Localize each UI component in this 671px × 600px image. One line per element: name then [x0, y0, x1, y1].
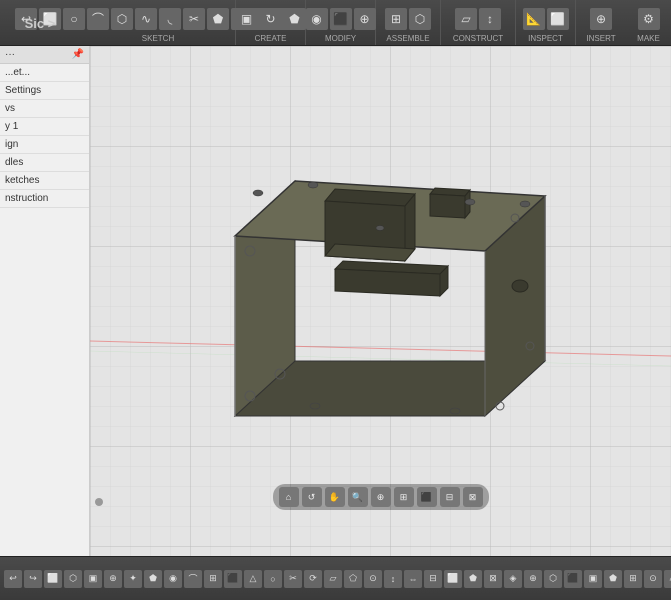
inspect-label: INSPECT	[528, 34, 563, 43]
shell-icon[interactable]: ⬛	[330, 8, 352, 30]
insert-icon[interactable]: ⊕	[590, 8, 612, 30]
bt-icon-12[interactable]: ⬛	[224, 570, 242, 588]
sidebar-title: ···	[5, 49, 15, 60]
display-mode-button[interactable]: ⬛	[417, 487, 437, 507]
trim-icon[interactable]: ✂	[183, 8, 205, 30]
sidebar-item-settings[interactable]: Settings	[0, 82, 89, 100]
toolbar-group-inspect: 📐 ⬜ INSPECT	[516, 0, 576, 45]
component-icon[interactable]: ⬡	[409, 8, 431, 30]
fillet3d-icon[interactable]: ◉	[306, 8, 328, 30]
bt-icon-27[interactable]: ⊕	[524, 570, 542, 588]
bt-icon-6[interactable]: ⊕	[104, 570, 122, 588]
bt-icon-20[interactable]: ↕	[384, 570, 402, 588]
bt-icon-11[interactable]: ⊞	[204, 570, 222, 588]
sidebar-item-y1[interactable]: y 1	[0, 118, 89, 136]
make-label: MAKE	[637, 34, 660, 43]
magnify-button[interactable]: ⊞	[394, 487, 414, 507]
snap-button[interactable]: ⊠	[463, 487, 483, 507]
bt-icon-10[interactable]: ⌒	[184, 570, 202, 588]
left-sidebar: ··· 📌 ...et... Settings vs y 1 ign dles …	[0, 46, 90, 556]
bottom-icons-left: ↩ ↪ ⬜ ⬡ ▣ ⊕ ✦ ⬟ ◉ ⌒ ⊞ ⬛ △ ○ ✂ ⟳ ▱ ⬠ ⊙ ↕ …	[0, 570, 671, 588]
bt-icon-21[interactable]: ⇔	[404, 570, 422, 588]
modify-label: MODIFY	[325, 34, 356, 43]
bt-icon-3[interactable]: ⬜	[44, 570, 62, 588]
bt-icon-23[interactable]: ⬜	[444, 570, 462, 588]
grid-toggle-button[interactable]: ⊟	[440, 487, 460, 507]
bt-icon-18[interactable]: ⬠	[344, 570, 362, 588]
bt-icon-16[interactable]: ⟳	[304, 570, 322, 588]
offset-icon[interactable]: ⬟	[207, 8, 229, 30]
bt-icon-32[interactable]: ⊞	[624, 570, 642, 588]
zoom-fit-button[interactable]: ⊕	[371, 487, 391, 507]
toolbar-group-construct: ▱ ↕ CONSTRUCT	[441, 0, 516, 45]
bt-icon-24[interactable]: ⬟	[464, 570, 482, 588]
bt-icon-28[interactable]: ⬡	[544, 570, 562, 588]
breadcrumb: Sic >	[0, 0, 80, 46]
bt-icon-7[interactable]: ✦	[124, 570, 142, 588]
bt-icon-9[interactable]: ◉	[164, 570, 182, 588]
sidebar-header: ··· 📌	[0, 46, 89, 64]
section-icon[interactable]: ⬜	[547, 8, 569, 30]
sidebar-item-sketches[interactable]: ketches	[0, 172, 89, 190]
toolbar-group-make: ⚙ MAKE	[626, 0, 671, 45]
bt-icon-22[interactable]: ⊟	[424, 570, 442, 588]
bt-icon-1[interactable]: ↩	[4, 570, 22, 588]
sketch-label: SKETCH	[142, 34, 174, 43]
sidebar-item-construction[interactable]: nstruction	[0, 190, 89, 208]
top-toolbar: Sic > ↩ ⬜ ○ ⌒ ⬡ ∿ ◟ ✂ ⬟ ⇔ ⊞ ⟁ SKETCH ▣ ↻…	[0, 0, 671, 46]
pan-button[interactable]: ✋	[325, 487, 345, 507]
arc-icon[interactable]: ⌒	[87, 8, 109, 30]
sidebar-item-design[interactable]: ign	[0, 136, 89, 154]
insert-label: INSERT	[586, 34, 615, 43]
construct-label: CONSTRUCT	[453, 34, 503, 43]
bt-icon-4[interactable]: ⬡	[64, 570, 82, 588]
bt-icon-19[interactable]: ⊙	[364, 570, 382, 588]
measure-icon[interactable]: 📐	[523, 8, 545, 30]
view-orientation-dot[interactable]	[95, 498, 103, 506]
combine-icon[interactable]: ⊕	[354, 8, 376, 30]
polygon-icon[interactable]: ⬡	[111, 8, 133, 30]
bottom-toolbar: ↩ ↪ ⬜ ⬡ ▣ ⊕ ✦ ⬟ ◉ ⌒ ⊞ ⬛ △ ○ ✂ ⟳ ▱ ⬠ ⊙ ↕ …	[0, 556, 671, 600]
fillet-icon[interactable]: ◟	[159, 8, 181, 30]
zoom-button[interactable]: 🔍	[348, 487, 368, 507]
bt-icon-33[interactable]: ⊙	[644, 570, 662, 588]
home-nav-button[interactable]: ⌂	[279, 487, 299, 507]
bt-icon-34[interactable]: ▱	[664, 570, 671, 588]
sidebar-pin-icon[interactable]: 📌	[72, 49, 84, 60]
bt-icon-17[interactable]: ▱	[324, 570, 342, 588]
joint-icon[interactable]: ⊞	[385, 8, 407, 30]
sidebar-item-vs[interactable]: vs	[0, 100, 89, 118]
assemble-label: ASSEMBLE	[386, 34, 429, 43]
bt-icon-30[interactable]: ▣	[584, 570, 602, 588]
make-icon[interactable]: ⚙	[638, 8, 660, 30]
toolbar-group-create: ▣ ↻ ⬟ CREATE	[236, 0, 306, 45]
sidebar-item-bodies[interactable]: dles	[0, 154, 89, 172]
bt-icon-14[interactable]: ○	[264, 570, 282, 588]
revolve-icon[interactable]: ↻	[260, 8, 282, 30]
bt-icon-31[interactable]: ⬟	[604, 570, 622, 588]
bt-icon-5[interactable]: ▣	[84, 570, 102, 588]
plane-icon[interactable]: ▱	[455, 8, 477, 30]
bt-icon-25[interactable]: ⊠	[484, 570, 502, 588]
toolbar-group-insert: ⊕ INSERT	[576, 0, 626, 45]
toolbar-group-modify: ◉ ⬛ ⊕ MODIFY	[306, 0, 376, 45]
sidebar-item-settings-top[interactable]: ...et...	[0, 64, 89, 82]
bt-icon-26[interactable]: ◈	[504, 570, 522, 588]
bt-icon-8[interactable]: ⬟	[144, 570, 162, 588]
loft-icon[interactable]: ⬟	[284, 8, 306, 30]
viewport[interactable]: ⌂ ↺ ✋ 🔍 ⊕ ⊞ ⬛ ⊟ ⊠	[90, 46, 671, 556]
3d-model[interactable]	[150, 76, 600, 496]
axis-icon[interactable]: ↕	[479, 8, 501, 30]
create-label: CREATE	[255, 34, 287, 43]
spline-icon[interactable]: ∿	[135, 8, 157, 30]
bt-icon-13[interactable]: △	[244, 570, 262, 588]
nav-controls: ⌂ ↺ ✋ 🔍 ⊕ ⊞ ⬛ ⊟ ⊠	[273, 484, 489, 510]
orbit-button[interactable]: ↺	[302, 487, 322, 507]
bt-icon-2[interactable]: ↪	[24, 570, 42, 588]
toolbar-group-assemble: ⊞ ⬡ ASSEMBLE	[376, 0, 441, 45]
extrude-icon[interactable]: ▣	[236, 8, 258, 30]
bt-icon-29[interactable]: ⬛	[564, 570, 582, 588]
bt-icon-15[interactable]: ✂	[284, 570, 302, 588]
